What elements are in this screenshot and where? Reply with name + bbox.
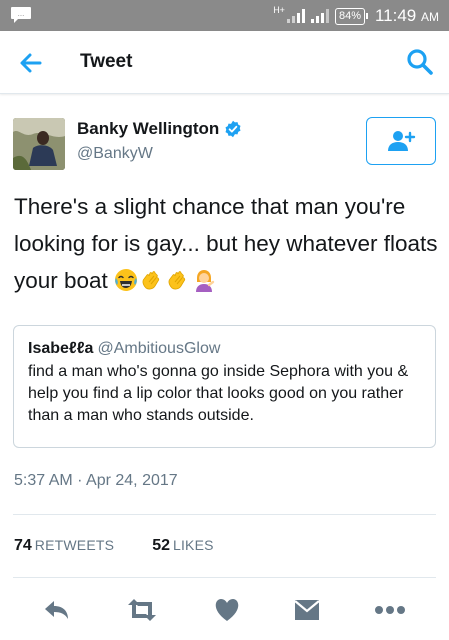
retweets-label: RETWEETS [34, 537, 115, 553]
tweet-timestamp: 5:37 AM · Apr 24, 2017 [14, 472, 178, 489]
divider [13, 514, 436, 515]
avatar-photo-icon [13, 118, 65, 170]
quoted-author-name: Isabeℓℓa [28, 340, 94, 357]
message-notification-icon: ... [11, 7, 31, 23]
more-dots-icon [375, 606, 405, 614]
follow-button[interactable] [366, 117, 436, 165]
quoted-tweet[interactable]: Isabeℓℓa @AmbitiousGlow find a man who's … [13, 325, 436, 448]
app-header: Tweet [0, 31, 449, 94]
more-options-button[interactable] [373, 596, 407, 624]
likes-label: LIKES [172, 537, 214, 553]
retweets-count: 74 [14, 537, 32, 554]
search-icon[interactable] [405, 47, 435, 77]
quoted-author-handle: @AmbitiousGlow [97, 340, 221, 357]
author-handle[interactable]: @BankyW [77, 145, 153, 163]
add-user-icon [388, 131, 416, 151]
person-tipping-hand-icon [196, 270, 215, 292]
verified-badge-icon [225, 120, 241, 138]
divider [13, 577, 436, 578]
quoted-tweet-header: Isabeℓℓa @AmbitiousGlow [28, 340, 421, 358]
tweet-body: There's a slight chance that man you're … [14, 194, 438, 293]
signal-icon [286, 9, 305, 23]
clapping-hands-icon [168, 271, 186, 290]
likes-stat[interactable]: 52 LIKES [152, 537, 214, 555]
tweet-text: There's a slight chance that man you're … [14, 188, 439, 299]
reply-button[interactable] [40, 596, 74, 624]
signal-2-icon [310, 9, 329, 23]
heart-icon [215, 599, 239, 621]
tweet-stats: 74 RETWEETS 52 LIKES [14, 537, 214, 555]
retweets-stat[interactable]: 74 RETWEETS [14, 537, 114, 555]
clock: 11:49 AM [374, 6, 439, 25]
back-arrow-icon[interactable] [16, 48, 46, 78]
tweet-actions [0, 590, 449, 630]
page-title: Tweet [80, 51, 133, 72]
quoted-tweet-text: find a man who's gonna go inside Sephora… [28, 363, 409, 424]
svg-text:...: ... [18, 10, 25, 18]
battery-icon: 84% [334, 7, 369, 25]
face-with-tears-of-joy-icon [115, 269, 138, 291]
clapping-hands-icon [142, 271, 160, 290]
status-bar: ... H+ 84% 11:49 AM [0, 0, 449, 31]
envelope-icon [294, 600, 320, 620]
retweet-button[interactable] [125, 596, 159, 624]
direct-message-button[interactable] [290, 596, 324, 624]
avatar[interactable] [13, 118, 65, 170]
likes-count: 52 [152, 537, 170, 554]
reply-icon [45, 601, 68, 619]
retweet-icon [128, 599, 156, 621]
network-type: H+ [273, 5, 285, 15]
author-name[interactable]: Banky Wellington [77, 119, 242, 139]
like-button[interactable] [210, 596, 244, 624]
